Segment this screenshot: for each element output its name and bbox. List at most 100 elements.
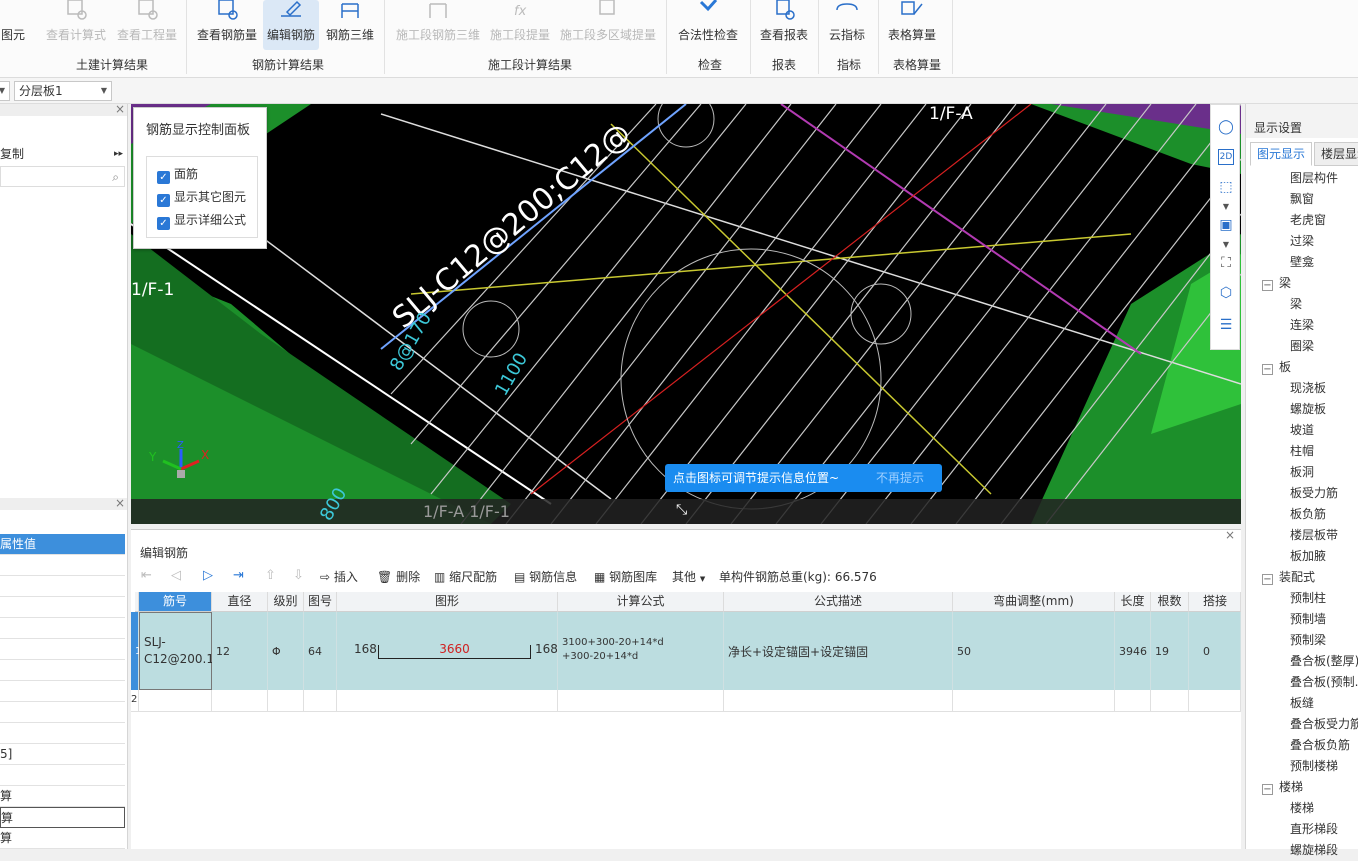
- search-input[interactable]: ⌕: [0, 166, 125, 187]
- column-header[interactable]: 图号: [304, 592, 337, 612]
- table-cell[interactable]: [212, 690, 268, 712]
- property-row[interactable]: 算: [0, 786, 125, 807]
- column-header[interactable]: 弯曲调整(mm): [953, 592, 1115, 612]
- lap-cell[interactable]: 0: [1189, 612, 1241, 690]
- chevron-down-icon[interactable]: ▼: [1216, 197, 1236, 217]
- cube-solid-icon[interactable]: ▣: [1216, 215, 1236, 235]
- column-header[interactable]: 筋号: [139, 592, 212, 612]
- insert-button[interactable]: ⇨ 插入: [320, 568, 358, 585]
- tree-item-23[interactable]: 叠合板(整厚): [1290, 651, 1358, 672]
- first-row-icon[interactable]: ⇤: [141, 568, 152, 583]
- tab-element-display[interactable]: 图元显示: [1250, 142, 1313, 166]
- cube-view-icon[interactable]: ⬚: [1216, 177, 1236, 197]
- tree-item-15[interactable]: 板受力筋: [1290, 483, 1338, 504]
- tree-item-17[interactable]: 楼层板带: [1290, 525, 1338, 546]
- layer-combo[interactable]: 分层板1 ▼: [14, 81, 112, 101]
- bend-adjust-cell[interactable]: 50: [953, 612, 1115, 690]
- tree-group-5[interactable]: − 梁: [1262, 273, 1291, 294]
- table-cell[interactable]: [139, 690, 212, 712]
- 3d-viewport[interactable]: 1/F-A 1/F-1 1/F-A 1/F-1 SLJ-C12@200;C12@…: [131, 104, 1241, 524]
- stage-quantity-button[interactable]: fx 施工段提量: [486, 0, 554, 50]
- rebar-library-button[interactable]: ▦ 钢筋图库: [594, 568, 657, 585]
- property-row[interactable]: 算: [0, 807, 125, 828]
- tree-item-32[interactable]: 螺旋梯段: [1290, 840, 1338, 861]
- view-report-button[interactable]: 查看报表: [756, 0, 812, 50]
- top-rebar-checkbox[interactable]: ✓ 面筋: [157, 165, 198, 184]
- view-rebar-button[interactable]: 查看钢筋量: [194, 0, 260, 50]
- tree-item-8[interactable]: 圈梁: [1290, 336, 1314, 357]
- tree-item-6[interactable]: 梁: [1290, 294, 1302, 315]
- formula-cell[interactable]: 3100+300-20+14*d +300-20+14*d: [558, 612, 724, 690]
- row-index[interactable]: 2: [131, 690, 139, 712]
- tip-position-icon[interactable]: ⤡: [676, 502, 687, 518]
- table-cell[interactable]: [558, 690, 724, 712]
- floor-combo[interactable]: ▼: [0, 81, 10, 101]
- tree-item-21[interactable]: 预制墙: [1290, 609, 1326, 630]
- description-cell[interactable]: 净长+设定锚固+设定锚固: [724, 612, 953, 690]
- last-row-icon[interactable]: ⇥: [233, 568, 244, 583]
- tree-item-22[interactable]: 预制梁: [1290, 630, 1326, 651]
- property-row[interactable]: [0, 660, 125, 681]
- collapse-icon[interactable]: −: [1262, 364, 1273, 375]
- next-row-icon[interactable]: ▷: [203, 568, 213, 583]
- tree-item-7[interactable]: 连梁: [1290, 315, 1314, 336]
- tree-item-24[interactable]: 叠合板(预制...: [1290, 672, 1358, 693]
- tree-group-9[interactable]: − 板: [1262, 357, 1291, 378]
- show-formula-checkbox[interactable]: ✓ 显示详细公式: [157, 211, 246, 230]
- tree-item-12[interactable]: 坡道: [1290, 420, 1314, 441]
- element-button[interactable]: 图元: [0, 0, 28, 50]
- tree-item-3[interactable]: 过梁: [1290, 231, 1314, 252]
- view-quantity-button[interactable]: 查看工程量: [113, 0, 181, 50]
- column-header[interactable]: 根数: [1151, 592, 1189, 612]
- property-row[interactable]: [0, 576, 125, 597]
- tree-item-27[interactable]: 叠合板负筋: [1290, 735, 1350, 756]
- tree-item-25[interactable]: 板缝: [1290, 693, 1314, 714]
- close-icon[interactable]: ×: [1225, 528, 1235, 542]
- move-down-icon[interactable]: ⇩: [293, 568, 304, 583]
- property-row[interactable]: 5]: [0, 744, 125, 765]
- property-row[interactable]: [0, 723, 125, 744]
- tree-group-19[interactable]: − 装配式: [1262, 567, 1315, 588]
- collapse-icon[interactable]: −: [1262, 280, 1273, 291]
- show-other-elements-checkbox[interactable]: ✓ 显示其它图元: [157, 188, 246, 207]
- dismiss-hint-link[interactable]: 不再提示: [876, 464, 924, 492]
- diameter-cell[interactable]: 12: [212, 612, 268, 690]
- tree-group-29[interactable]: − 楼梯: [1262, 777, 1303, 798]
- edit-rebar-button[interactable]: 编辑钢筋: [263, 0, 319, 50]
- scale-rebar-button[interactable]: ▥ 缩尺配筋: [434, 568, 497, 585]
- row-index[interactable]: 1: [131, 612, 141, 690]
- tree-item-16[interactable]: 板负筋: [1290, 504, 1326, 525]
- tree-item-18[interactable]: 板加腋: [1290, 546, 1326, 567]
- grade-cell[interactable]: Φ: [268, 612, 304, 690]
- tree-item-13[interactable]: 柱帽: [1290, 441, 1314, 462]
- property-row[interactable]: 算: [0, 828, 125, 849]
- prev-row-icon[interactable]: ◁: [171, 568, 181, 583]
- tree-item-4[interactable]: 壁龛: [1290, 252, 1314, 273]
- tree-item-1[interactable]: 飘窗: [1290, 189, 1314, 210]
- stage-rebar-3d-button[interactable]: 施工段钢筋三维: [392, 0, 484, 50]
- column-header[interactable]: 长度: [1115, 592, 1151, 612]
- other-dropdown[interactable]: 其他 ▼: [672, 568, 705, 585]
- tree-item-11[interactable]: 螺旋板: [1290, 399, 1326, 420]
- view-formula-button[interactable]: 查看计算式: [42, 0, 110, 50]
- column-header[interactable]: 计算公式: [558, 592, 724, 612]
- table-cell[interactable]: [337, 690, 558, 712]
- property-row[interactable]: [0, 681, 125, 702]
- tree-item-20[interactable]: 预制柱: [1290, 588, 1326, 609]
- tree-item-10[interactable]: 现浇板: [1290, 378, 1326, 399]
- property-row[interactable]: [0, 702, 125, 723]
- 2d-view-icon[interactable]: 2D: [1218, 149, 1234, 165]
- rebar-info-button[interactable]: ▤ 钢筋信息: [514, 568, 577, 585]
- column-header[interactable]: 搭接: [1189, 592, 1241, 612]
- column-header[interactable]: 图形: [337, 592, 558, 612]
- count-cell[interactable]: 19: [1151, 612, 1189, 690]
- tree-item-0[interactable]: 图层构件: [1290, 168, 1338, 189]
- table-cell[interactable]: [304, 690, 337, 712]
- tree-item-28[interactable]: 预制楼梯: [1290, 756, 1338, 777]
- stage-multi-area-button[interactable]: 施工段多区域提量: [556, 0, 660, 50]
- column-header[interactable]: 直径(mm): [212, 592, 268, 627]
- cloud-index-button[interactable]: 云指标: [822, 0, 872, 50]
- tree-item-2[interactable]: 老虎窗: [1290, 210, 1326, 231]
- table-cell[interactable]: [1115, 690, 1151, 712]
- table-cell[interactable]: [724, 690, 953, 712]
